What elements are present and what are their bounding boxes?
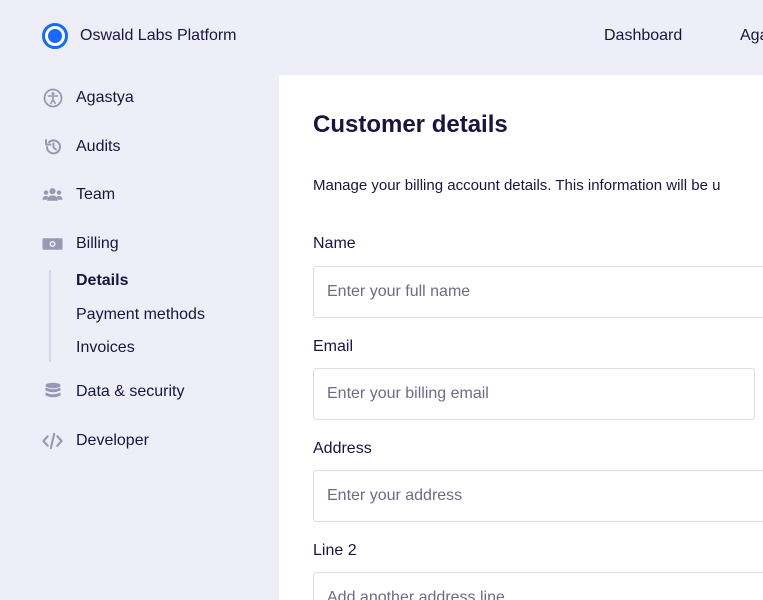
name-label: Name <box>313 235 356 252</box>
sidebar-item-label: Agastya <box>76 89 134 106</box>
email-field[interactable] <box>313 368 755 420</box>
sidebar-subitem-details[interactable]: Details <box>76 272 128 290</box>
database-icon <box>42 382 63 403</box>
sidebar-item-audits[interactable]: Audits <box>42 135 120 159</box>
sidebar-subitem-payment-methods[interactable]: Payment methods <box>76 306 205 324</box>
history-icon <box>42 137 63 158</box>
sidebar: Agastya Audits Team Billing Details Paym… <box>0 75 279 600</box>
name-field[interactable] <box>313 266 763 318</box>
nav-link-dashboard[interactable]: Dashboard <box>604 27 682 45</box>
sidebar-item-label: Billing <box>76 235 119 252</box>
users-icon <box>42 185 63 206</box>
address-field[interactable] <box>313 470 763 522</box>
app-title[interactable]: Oswald Labs Platform <box>80 27 237 45</box>
line2-label: Line 2 <box>313 542 357 559</box>
sidebar-item-billing[interactable]: Billing <box>42 232 119 256</box>
main-panel: Customer details Manage your billing acc… <box>279 75 763 600</box>
submenu-divider <box>49 270 51 362</box>
sidebar-item-label: Team <box>76 186 116 203</box>
sidebar-item-developer[interactable]: Developer <box>42 429 149 453</box>
code-icon <box>42 431 63 452</box>
logo-icon[interactable] <box>42 23 68 49</box>
sidebar-item-label: Developer <box>76 432 149 449</box>
top-bar: Oswald Labs Platform Dashboard Agastya <box>0 0 763 75</box>
sidebar-item-agastya[interactable]: Agastya <box>42 86 134 110</box>
sidebar-item-label: Audits <box>76 138 121 155</box>
accessibility-icon <box>42 88 63 109</box>
line2-field[interactable] <box>313 572 763 600</box>
sidebar-item-team[interactable]: Team <box>42 183 115 207</box>
money-icon <box>42 234 63 255</box>
nav-link-agastya[interactable]: Agastya <box>740 27 763 45</box>
address-label: Address <box>313 440 372 457</box>
email-label: Email <box>313 338 354 355</box>
sidebar-subitem-invoices[interactable]: Invoices <box>76 339 135 357</box>
sidebar-item-label: Data & security <box>76 383 185 400</box>
page-title: Customer details <box>313 111 508 138</box>
page-description: Manage your billing account details. Thi… <box>313 177 721 194</box>
sidebar-item-data-security[interactable]: Data & security <box>42 380 184 404</box>
